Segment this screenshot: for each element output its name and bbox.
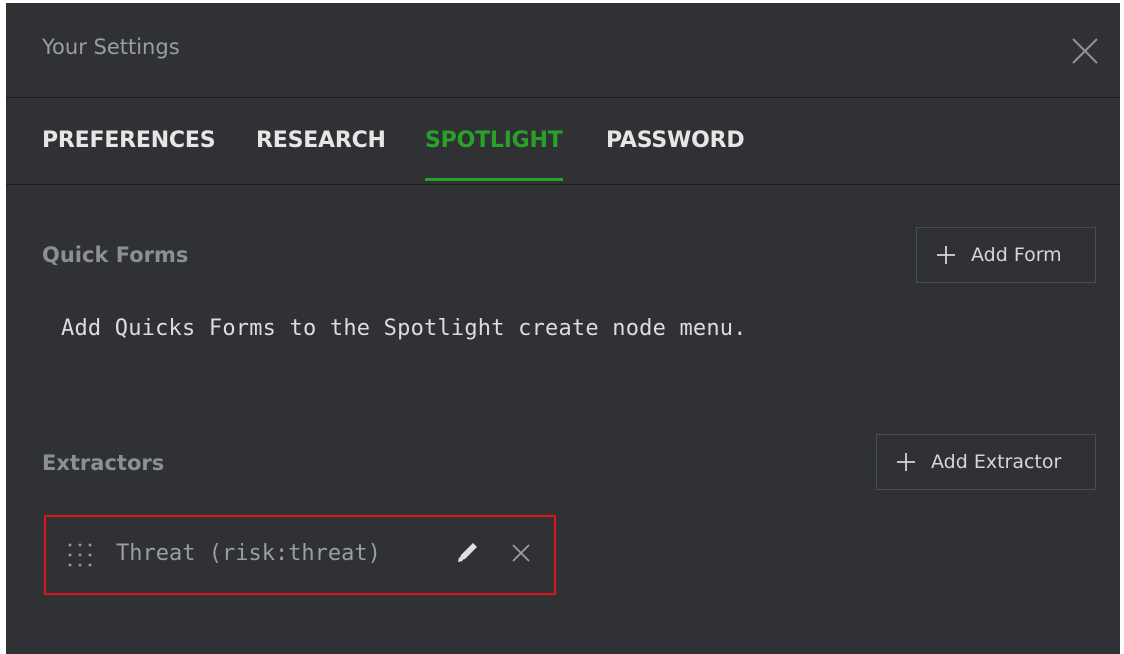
tab-password[interactable]: PASSWORD xyxy=(606,128,745,178)
drag-handle[interactable] xyxy=(66,541,94,569)
add-extractor-label: Add Extractor xyxy=(931,451,1062,473)
drag-handle-icon xyxy=(68,543,92,567)
tab-preferences[interactable]: PREFERENCES xyxy=(42,128,216,178)
quick-forms-title: Quick Forms xyxy=(42,243,189,267)
settings-tabs: PREFERENCES RESEARCH SPOTLIGHT PASSWORD xyxy=(6,98,1120,185)
dialog-title: Your Settings xyxy=(42,35,180,59)
tab-research[interactable]: RESEARCH xyxy=(256,128,386,178)
close-icon xyxy=(1072,38,1098,64)
edit-button[interactable] xyxy=(453,539,481,567)
add-extractor-button[interactable]: Add Extractor xyxy=(876,434,1096,490)
settings-dialog: Your Settings PREFERENCES RESEARCH SPOTL… xyxy=(6,3,1120,654)
plus-icon xyxy=(937,246,955,264)
extractor-item[interactable]: Threat (risk:threat) xyxy=(44,515,556,595)
close-button[interactable] xyxy=(1070,36,1100,66)
quick-forms-description: Add Quicks Forms to the Spotlight create… xyxy=(61,316,747,341)
close-icon xyxy=(512,544,530,562)
pencil-icon xyxy=(458,543,477,562)
remove-button[interactable] xyxy=(509,541,533,565)
add-form-button[interactable]: Add Form xyxy=(916,227,1096,283)
plus-icon xyxy=(897,453,915,471)
tab-spotlight[interactable]: SPOTLIGHT xyxy=(425,128,563,181)
extractor-item-label: Threat (risk:threat) xyxy=(116,541,381,566)
extractors-title: Extractors xyxy=(42,451,165,475)
dialog-header: Your Settings xyxy=(6,3,1120,98)
add-form-label: Add Form xyxy=(971,244,1062,266)
